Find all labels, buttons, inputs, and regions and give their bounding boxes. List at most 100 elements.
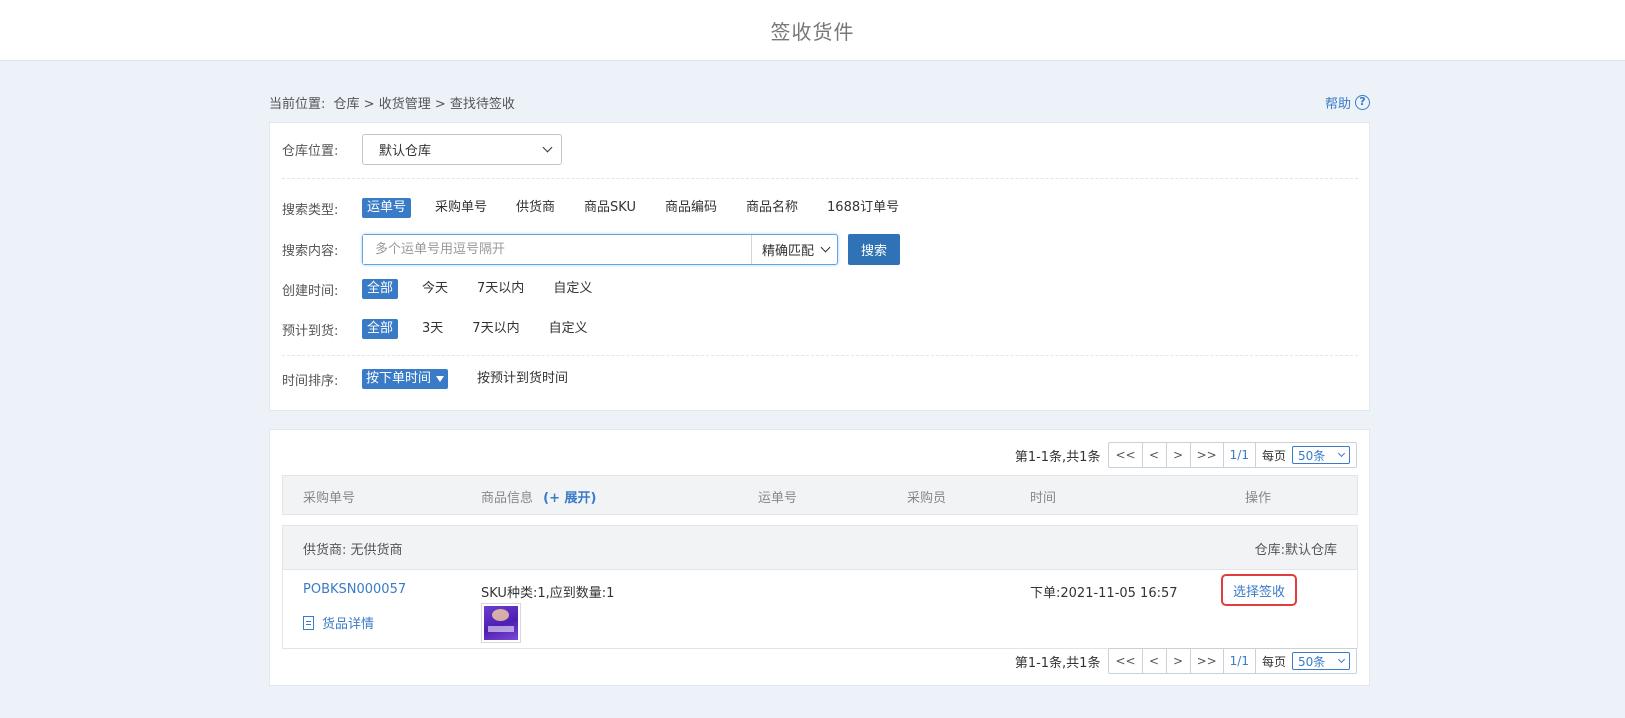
search-type-option-po[interactable]: 采购单号 xyxy=(430,198,492,218)
breadcrumb-bar: 当前位置: 仓库 > 收货管理 > 查找待签收 帮助 ? xyxy=(269,92,1370,112)
select-sign-button[interactable]: 选择签收 xyxy=(1221,574,1297,606)
first-page-button[interactable]: << xyxy=(1109,649,1143,673)
top-bar: 签收货件 xyxy=(0,0,1625,61)
divider xyxy=(282,355,1358,356)
column-header-goods: 商品信息 (+ 展开) xyxy=(481,487,596,506)
warehouse-row: 仓库位置: 默认仓库 xyxy=(282,134,562,165)
pagination-summary: 第1-1条,共1条 xyxy=(1014,449,1101,465)
help-link[interactable]: 帮助 ? xyxy=(1325,93,1370,112)
search-input[interactable] xyxy=(363,235,751,264)
created-time-option-today[interactable]: 今天 xyxy=(417,279,453,299)
created-time-option-all[interactable]: 全部 xyxy=(362,279,399,299)
warehouse-select[interactable]: 默认仓库 xyxy=(362,134,562,165)
filter-panel: 仓库位置: 默认仓库 搜索类型: 运单号 采购单号 供货商 商品SKU 商品编码… xyxy=(269,122,1370,411)
pagination-buttons: << < > >> 1/1 每页 50条 xyxy=(1108,442,1357,468)
column-header-action: 操作 xyxy=(1245,491,1272,506)
expected-arrival-label: 预计到货: xyxy=(282,323,339,339)
caret-down-icon xyxy=(436,376,445,382)
order-group: 供货商: 无供货商 仓库:默认仓库 POBKSN000057 货品详情 SKU种… xyxy=(282,525,1358,649)
sku-info: SKU种类:1,应到数量:1 xyxy=(481,586,615,601)
per-page-select[interactable]: 50条 xyxy=(1292,652,1350,670)
group-header: 供货商: 无供货商 仓库:默认仓库 xyxy=(283,526,1357,570)
sort-label: 时间排序: xyxy=(282,373,339,389)
per-page-value: 50条 xyxy=(1298,654,1326,669)
created-time-option-7days[interactable]: 7天以内 xyxy=(472,279,529,299)
search-type-row: 搜索类型: 运单号 采购单号 供货商 商品SKU 商品编码 商品名称 1688订… xyxy=(282,196,923,220)
per-page-select[interactable]: 50条 xyxy=(1292,446,1350,464)
search-content-label: 搜索内容: xyxy=(282,244,339,259)
arrival-option-custom[interactable]: 自定义 xyxy=(544,319,593,339)
search-type-option-sku[interactable]: 商品SKU xyxy=(579,198,641,218)
per-page-control: 每页 50条 xyxy=(1256,649,1356,673)
page-indicator: 1/1 xyxy=(1224,443,1256,467)
supplier-info: 供货商: 无供货商 xyxy=(303,543,403,558)
search-type-option-name[interactable]: 商品名称 xyxy=(741,198,803,218)
order-time: 下单:2021-11-05 16:57 xyxy=(1030,586,1178,601)
chevron-down-icon xyxy=(542,142,553,153)
question-circle-icon: ? xyxy=(1355,94,1370,110)
match-mode-value: 精确匹配 xyxy=(762,244,815,259)
next-page-button[interactable]: > xyxy=(1167,649,1191,673)
arrival-option-7days[interactable]: 7天以内 xyxy=(467,319,524,339)
chevron-down-icon xyxy=(820,242,831,253)
help-label: 帮助 xyxy=(1324,96,1351,112)
expand-link[interactable]: (+ 展开) xyxy=(543,491,596,506)
prev-page-button[interactable]: < xyxy=(1143,443,1167,467)
column-header-tracking: 运单号 xyxy=(758,491,798,506)
warehouse-label: 仓库位置: xyxy=(282,144,339,159)
sort-row: 时间排序: 按下单时间 按预计到货时间 xyxy=(282,367,592,391)
expected-arrival-row: 预计到货: 全部 3天 7天以内 自定义 xyxy=(282,317,612,341)
product-image xyxy=(484,606,518,640)
pagination-top: 第1-1条,共1条 << < > >> 1/1 每页 50条 xyxy=(1015,442,1357,468)
search-type-option-code[interactable]: 商品编码 xyxy=(660,198,722,218)
column-header-time: 时间 xyxy=(1030,491,1057,506)
page-title: 签收货件 xyxy=(770,19,855,44)
created-time-row: 创建时间: 全部 今天 7天以内 自定义 xyxy=(282,277,616,301)
sort-option-order-time[interactable]: 按下单时间 xyxy=(362,369,449,389)
product-thumbnail[interactable] xyxy=(481,603,521,643)
document-icon xyxy=(303,616,314,630)
per-page-value: 50条 xyxy=(1298,448,1326,463)
per-page-control: 每页 50条 xyxy=(1256,443,1356,467)
pagination-buttons: << < > >> 1/1 每页 50条 xyxy=(1108,648,1357,674)
created-time-option-custom[interactable]: 自定义 xyxy=(548,279,597,299)
breadcrumb-prefix: 当前位置: xyxy=(269,96,326,112)
match-mode-select[interactable]: 精确匹配 xyxy=(751,235,837,264)
search-content-row: 搜索内容: 精确匹配 搜索 xyxy=(282,234,900,265)
per-page-label: 每页 xyxy=(1261,654,1286,669)
prev-page-button[interactable]: < xyxy=(1143,649,1167,673)
last-page-button[interactable]: >> xyxy=(1191,649,1224,673)
group-warehouse-info: 仓库:默认仓库 xyxy=(1254,543,1337,558)
goods-details-label: 货品详情 xyxy=(322,617,375,632)
first-page-button[interactable]: << xyxy=(1109,443,1143,467)
search-type-option-tracking[interactable]: 运单号 xyxy=(362,198,412,218)
search-type-option-1688[interactable]: 1688订单号 xyxy=(822,198,904,218)
results-panel: 第1-1条,共1条 << < > >> 1/1 每页 50条 采购单号 商品信息… xyxy=(269,429,1370,686)
search-button[interactable]: 搜索 xyxy=(848,234,900,265)
chevron-down-icon xyxy=(1337,449,1346,458)
sort-option-arrival-time[interactable]: 按预计到货时间 xyxy=(472,369,573,389)
search-group: 精确匹配 xyxy=(362,234,838,265)
search-type-option-supplier[interactable]: 供货商 xyxy=(511,198,560,218)
table-header: 采购单号 商品信息 (+ 展开) 运单号 采购员 时间 操作 xyxy=(282,475,1358,515)
arrival-option-all[interactable]: 全部 xyxy=(362,319,399,339)
search-type-label: 搜索类型: xyxy=(282,202,339,218)
arrival-option-3days[interactable]: 3天 xyxy=(417,319,448,339)
breadcrumb: 当前位置: 仓库 > 收货管理 > 查找待签收 xyxy=(269,93,519,112)
column-header-po: 采购单号 xyxy=(303,491,356,506)
per-page-label: 每页 xyxy=(1261,448,1286,463)
sort-option-order-time-label: 按下单时间 xyxy=(366,371,432,386)
warehouse-select-value: 默认仓库 xyxy=(379,144,432,159)
po-number-link[interactable]: POBKSN000057 xyxy=(303,582,406,597)
column-header-goods-label: 商品信息 xyxy=(481,491,534,506)
last-page-button[interactable]: >> xyxy=(1191,443,1224,467)
chevron-down-icon xyxy=(1337,655,1346,664)
next-page-button[interactable]: > xyxy=(1167,443,1191,467)
goods-details-link[interactable]: 货品详情 xyxy=(303,613,374,632)
divider xyxy=(282,178,1358,179)
pagination-summary: 第1-1条,共1条 xyxy=(1014,655,1101,671)
breadcrumb-path: 仓库 > 收货管理 > 查找待签收 xyxy=(333,96,515,112)
column-header-buyer: 采购员 xyxy=(907,491,947,506)
created-time-label: 创建时间: xyxy=(282,283,339,299)
page-indicator: 1/1 xyxy=(1224,649,1256,673)
